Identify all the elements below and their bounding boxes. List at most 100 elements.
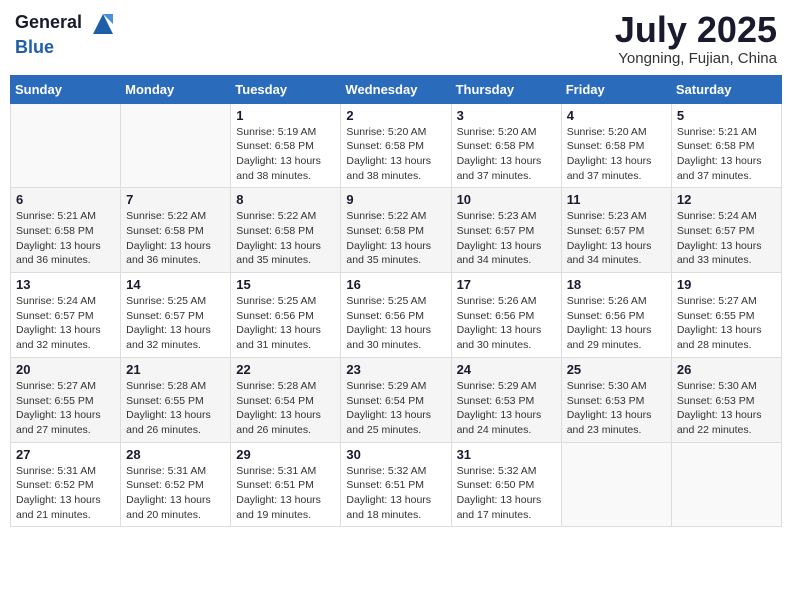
- calendar-cell: 28 Sunrise: 5:31 AMSunset: 6:52 PMDayligh…: [121, 442, 231, 527]
- day-info: Sunrise: 5:20 AMSunset: 6:58 PMDaylight:…: [346, 125, 445, 184]
- calendar-week-row: 1 Sunrise: 5:19 AMSunset: 6:58 PMDaylight…: [11, 103, 782, 188]
- day-info: Sunrise: 5:20 AMSunset: 6:58 PMDaylight:…: [457, 125, 556, 184]
- day-info: Sunrise: 5:26 AMSunset: 6:56 PMDaylight:…: [457, 294, 556, 353]
- day-info: Sunrise: 5:25 AMSunset: 6:56 PMDaylight:…: [236, 294, 335, 353]
- day-info: Sunrise: 5:27 AMSunset: 6:55 PMDaylight:…: [16, 379, 115, 438]
- calendar-cell: 16 Sunrise: 5:25 AMSunset: 6:56 PMDayligh…: [341, 273, 451, 358]
- day-number: 3: [457, 108, 556, 123]
- day-info: Sunrise: 5:24 AMSunset: 6:57 PMDaylight:…: [677, 209, 776, 268]
- calendar-cell: 7 Sunrise: 5:22 AMSunset: 6:58 PMDaylight…: [121, 188, 231, 273]
- calendar-cell: 11Sunrise: 5:23 AMSunset: 6:57 PMDayligh…: [561, 188, 671, 273]
- weekday-header: Wednesday: [341, 75, 451, 103]
- day-number: 30: [346, 447, 445, 462]
- calendar-cell: 23Sunrise: 5:29 AMSunset: 6:54 PMDayligh…: [341, 357, 451, 442]
- calendar-cell: 12 Sunrise: 5:24 AMSunset: 6:57 PMDayligh…: [671, 188, 781, 273]
- calendar-cell: 5Sunrise: 5:21 AMSunset: 6:58 PMDaylight…: [671, 103, 781, 188]
- day-info: Sunrise: 5:28 AMSunset: 6:55 PMDaylight:…: [126, 379, 225, 438]
- day-info: Sunrise: 5:21 AMSunset: 6:58 PMDaylight:…: [16, 209, 115, 268]
- month-year: July 2025: [615, 10, 777, 50]
- calendar-cell: [121, 103, 231, 188]
- calendar-cell: 1 Sunrise: 5:19 AMSunset: 6:58 PMDaylight…: [231, 103, 341, 188]
- day-info: Sunrise: 5:31 AMSunset: 6:52 PMDaylight:…: [16, 464, 115, 523]
- day-info: Sunrise: 5:22 AMSunset: 6:58 PMDaylight:…: [126, 209, 225, 268]
- page-header: General Blue July 2025 Yongning, Fujian,…: [10, 10, 782, 67]
- day-info: Sunrise: 5:32 AMSunset: 6:51 PMDaylight:…: [346, 464, 445, 523]
- day-number: 1: [236, 108, 335, 123]
- day-info: Sunrise: 5:25 AMSunset: 6:57 PMDaylight:…: [126, 294, 225, 353]
- calendar-cell: 15 Sunrise: 5:25 AMSunset: 6:56 PMDayligh…: [231, 273, 341, 358]
- day-info: Sunrise: 5:30 AMSunset: 6:53 PMDaylight:…: [677, 379, 776, 438]
- calendar-cell: 31 Sunrise: 5:32 AMSunset: 6:50 PMDayligh…: [451, 442, 561, 527]
- day-number: 18: [567, 277, 666, 292]
- calendar-cell: 2Sunrise: 5:20 AMSunset: 6:58 PMDaylight…: [341, 103, 451, 188]
- day-number: 16: [346, 277, 445, 292]
- day-info: Sunrise: 5:32 AMSunset: 6:50 PMDaylight:…: [457, 464, 556, 523]
- calendar-cell: 27 Sunrise: 5:31 AMSunset: 6:52 PMDayligh…: [11, 442, 121, 527]
- calendar-table: SundayMondayTuesdayWednesdayThursdayFrid…: [10, 75, 782, 528]
- day-number: 17: [457, 277, 556, 292]
- weekday-header: Sunday: [11, 75, 121, 103]
- day-info: Sunrise: 5:25 AMSunset: 6:56 PMDaylight:…: [346, 294, 445, 353]
- calendar-cell: [671, 442, 781, 527]
- day-info: Sunrise: 5:22 AMSunset: 6:58 PMDaylight:…: [236, 209, 335, 268]
- day-number: 15: [236, 277, 335, 292]
- day-info: Sunrise: 5:23 AMSunset: 6:57 PMDaylight:…: [567, 209, 666, 268]
- day-number: 25: [567, 362, 666, 377]
- calendar-cell: 4 Sunrise: 5:20 AMSunset: 6:58 PMDaylight…: [561, 103, 671, 188]
- logo-icon: [89, 10, 117, 38]
- calendar-cell: 8 Sunrise: 5:22 AMSunset: 6:58 PMDaylight…: [231, 188, 341, 273]
- day-number: 22: [236, 362, 335, 377]
- day-info: Sunrise: 5:20 AMSunset: 6:58 PMDaylight:…: [567, 125, 666, 184]
- calendar-cell: 21Sunrise: 5:28 AMSunset: 6:55 PMDayligh…: [121, 357, 231, 442]
- day-info: Sunrise: 5:31 AMSunset: 6:51 PMDaylight:…: [236, 464, 335, 523]
- weekday-header: Thursday: [451, 75, 561, 103]
- day-number: 10: [457, 192, 556, 207]
- day-number: 26: [677, 362, 776, 377]
- day-info: Sunrise: 5:31 AMSunset: 6:52 PMDaylight:…: [126, 464, 225, 523]
- day-number: 9: [346, 192, 445, 207]
- day-number: 6: [16, 192, 115, 207]
- day-info: Sunrise: 5:27 AMSunset: 6:55 PMDaylight:…: [677, 294, 776, 353]
- calendar-cell: [11, 103, 121, 188]
- day-number: 27: [16, 447, 115, 462]
- calendar-week-row: 13Sunrise: 5:24 AMSunset: 6:57 PMDayligh…: [11, 273, 782, 358]
- calendar-cell: 13Sunrise: 5:24 AMSunset: 6:57 PMDayligh…: [11, 273, 121, 358]
- calendar-cell: 17 Sunrise: 5:26 AMSunset: 6:56 PMDayligh…: [451, 273, 561, 358]
- calendar-cell: 20 Sunrise: 5:27 AMSunset: 6:55 PMDayligh…: [11, 357, 121, 442]
- calendar-cell: 22 Sunrise: 5:28 AMSunset: 6:54 PMDayligh…: [231, 357, 341, 442]
- day-number: 13: [16, 277, 115, 292]
- calendar-cell: 19 Sunrise: 5:27 AMSunset: 6:55 PMDayligh…: [671, 273, 781, 358]
- logo-blue: Blue: [15, 37, 54, 57]
- weekday-header-row: SundayMondayTuesdayWednesdayThursdayFrid…: [11, 75, 782, 103]
- day-number: 31: [457, 447, 556, 462]
- day-info: Sunrise: 5:30 AMSunset: 6:53 PMDaylight:…: [567, 379, 666, 438]
- calendar-cell: 24 Sunrise: 5:29 AMSunset: 6:53 PMDayligh…: [451, 357, 561, 442]
- title-block: July 2025 Yongning, Fujian, China: [615, 10, 777, 67]
- calendar-week-row: 27 Sunrise: 5:31 AMSunset: 6:52 PMDayligh…: [11, 442, 782, 527]
- calendar-cell: 6 Sunrise: 5:21 AMSunset: 6:58 PMDaylight…: [11, 188, 121, 273]
- day-number: 4: [567, 108, 666, 123]
- calendar-cell: 14 Sunrise: 5:25 AMSunset: 6:57 PMDayligh…: [121, 273, 231, 358]
- day-number: 28: [126, 447, 225, 462]
- day-number: 8: [236, 192, 335, 207]
- calendar-cell: 30 Sunrise: 5:32 AMSunset: 6:51 PMDayligh…: [341, 442, 451, 527]
- day-number: 19: [677, 277, 776, 292]
- day-info: Sunrise: 5:28 AMSunset: 6:54 PMDaylight:…: [236, 379, 335, 438]
- calendar-week-row: 6 Sunrise: 5:21 AMSunset: 6:58 PMDaylight…: [11, 188, 782, 273]
- day-info: Sunrise: 5:19 AMSunset: 6:58 PMDaylight:…: [236, 125, 335, 184]
- weekday-header: Saturday: [671, 75, 781, 103]
- weekday-header: Monday: [121, 75, 231, 103]
- location: Yongning, Fujian, China: [615, 50, 777, 67]
- day-number: 20: [16, 362, 115, 377]
- day-info: Sunrise: 5:29 AMSunset: 6:54 PMDaylight:…: [346, 379, 445, 438]
- weekday-header: Friday: [561, 75, 671, 103]
- day-number: 14: [126, 277, 225, 292]
- calendar-cell: [561, 442, 671, 527]
- day-info: Sunrise: 5:23 AMSunset: 6:57 PMDaylight:…: [457, 209, 556, 268]
- day-info: Sunrise: 5:26 AMSunset: 6:56 PMDaylight:…: [567, 294, 666, 353]
- day-number: 12: [677, 192, 776, 207]
- day-info: Sunrise: 5:29 AMSunset: 6:53 PMDaylight:…: [457, 379, 556, 438]
- day-number: 7: [126, 192, 225, 207]
- day-number: 24: [457, 362, 556, 377]
- day-info: Sunrise: 5:22 AMSunset: 6:58 PMDaylight:…: [346, 209, 445, 268]
